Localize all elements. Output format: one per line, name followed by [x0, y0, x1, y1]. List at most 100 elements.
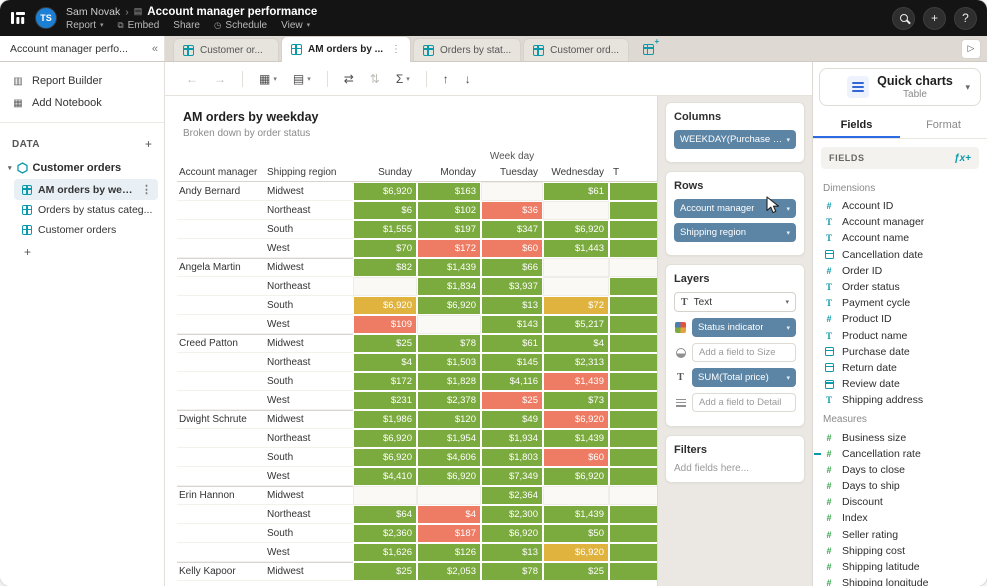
manager-cell[interactable]: Creed Patton: [177, 334, 265, 353]
value-cell[interactable]: [609, 277, 658, 296]
value-cell[interactable]: $13: [481, 296, 543, 315]
tab-menu-icon[interactable]: ⋮: [391, 44, 401, 55]
region-cell[interactable]: Midwest: [265, 182, 353, 201]
manager-cell[interactable]: [177, 543, 265, 562]
value-cell[interactable]: $36: [481, 201, 543, 220]
manager-cell[interactable]: [177, 467, 265, 486]
value-cell[interactable]: [609, 258, 658, 277]
value-cell[interactable]: $25: [543, 562, 609, 581]
sidebar-table-am-orders-by-weekday[interactable]: AM orders by weekday⋮: [14, 179, 158, 200]
field-item-business-size[interactable]: #Business size: [823, 429, 977, 445]
value-cell[interactable]: $3,937: [481, 277, 543, 296]
value-cell[interactable]: [543, 201, 609, 220]
value-cell[interactable]: [609, 429, 658, 448]
manager-cell[interactable]: [177, 448, 265, 467]
table-menu-icon[interactable]: ⋮: [141, 183, 152, 196]
value-cell[interactable]: $4,410: [353, 467, 417, 486]
value-cell[interactable]: [609, 391, 658, 410]
value-cell[interactable]: $1,828: [417, 372, 481, 391]
value-cell[interactable]: $70: [353, 239, 417, 258]
value-cell[interactable]: $1,439: [417, 258, 481, 277]
value-cell[interactable]: $1,986: [353, 410, 417, 429]
value-cell[interactable]: $4,116: [481, 372, 543, 391]
value-cell[interactable]: $25: [481, 391, 543, 410]
rows-pill-account-manager[interactable]: Account manager▾: [674, 199, 796, 218]
field-item-account-manager[interactable]: TAccount manager: [823, 214, 977, 230]
menu-report[interactable]: Report▾: [66, 20, 104, 31]
region-cell[interactable]: Midwest: [265, 334, 353, 353]
new-tab-button[interactable]: +: [637, 39, 659, 59]
col-header-wednesday[interactable]: Wednesday: [543, 164, 609, 182]
value-cell[interactable]: $6,920: [543, 543, 609, 562]
field-item-account-name[interactable]: TAccount name: [823, 230, 977, 246]
layer-pill-sum-total-price[interactable]: SUM(Total price)▾: [692, 368, 796, 387]
user-avatar[interactable]: TS: [35, 7, 57, 29]
value-cell[interactable]: $25: [353, 562, 417, 581]
field-item-product-name[interactable]: TProduct name: [823, 328, 977, 344]
value-cell[interactable]: [481, 182, 543, 201]
field-item-account-id[interactable]: #Account ID: [823, 198, 977, 214]
value-cell[interactable]: $50: [543, 524, 609, 543]
search-button[interactable]: [892, 7, 915, 30]
value-cell[interactable]: $1,439: [543, 372, 609, 391]
value-cell[interactable]: $1,954: [417, 429, 481, 448]
value-cell[interactable]: $120: [417, 410, 481, 429]
breadcrumb-user[interactable]: Sam Novak: [66, 6, 120, 18]
region-cell[interactable]: Midwest: [265, 486, 353, 505]
value-cell[interactable]: $231: [353, 391, 417, 410]
value-cell[interactable]: $64: [353, 505, 417, 524]
value-cell[interactable]: $1,934: [481, 429, 543, 448]
value-cell[interactable]: $4: [353, 353, 417, 372]
row-header-account-manager[interactable]: Account manager: [177, 164, 265, 182]
region-cell[interactable]: Northeast: [265, 277, 353, 296]
chart-type-selector[interactable]: Quick charts Table ▾: [819, 68, 981, 106]
manager-cell[interactable]: Kelly Kapoor: [177, 562, 265, 581]
field-item-seller-rating[interactable]: #Seller rating: [823, 527, 977, 543]
value-cell[interactable]: $6,920: [353, 448, 417, 467]
value-cell[interactable]: $1,439: [543, 505, 609, 524]
value-cell[interactable]: [609, 410, 658, 429]
region-cell[interactable]: Northeast: [265, 201, 353, 220]
value-cell[interactable]: $60: [543, 448, 609, 467]
value-cell[interactable]: $102: [417, 201, 481, 220]
manager-cell[interactable]: Erin Hannon: [177, 486, 265, 505]
field-item-days-to-close[interactable]: #Days to close: [823, 462, 977, 478]
manager-cell[interactable]: [177, 201, 265, 220]
manager-cell[interactable]: [177, 524, 265, 543]
manager-cell[interactable]: [177, 391, 265, 410]
columns-pill-weekday-purchase-date[interactable]: WEEKDAY(Purchase date)▾: [674, 130, 796, 149]
value-cell[interactable]: [609, 239, 658, 258]
region-cell[interactable]: West: [265, 239, 353, 258]
collapse-sidebar-button[interactable]: «: [152, 43, 158, 55]
sort-ascending-button[interactable]: ↑: [436, 68, 456, 90]
value-cell[interactable]: [609, 201, 658, 220]
field-item-days-to-ship[interactable]: #Days to ship: [823, 478, 977, 494]
add-data-button[interactable]: +: [145, 137, 152, 151]
value-cell[interactable]: [609, 448, 658, 467]
field-drop-input[interactable]: Add a field to Size: [692, 343, 796, 362]
value-cell[interactable]: $1,503: [417, 353, 481, 372]
tab-customer-or[interactable]: Customer or...: [173, 38, 279, 61]
chart-view-button[interactable]: ▤▾: [286, 68, 318, 90]
caret-down-icon[interactable]: ▾: [8, 164, 12, 172]
value-cell[interactable]: $73: [543, 391, 609, 410]
value-cell[interactable]: $78: [481, 562, 543, 581]
value-cell[interactable]: [609, 505, 658, 524]
value-cell[interactable]: [543, 486, 609, 505]
value-cell[interactable]: $126: [417, 543, 481, 562]
rows-pill-shipping-region[interactable]: Shipping region▾: [674, 223, 796, 242]
tab-fields[interactable]: Fields: [813, 112, 900, 138]
tab-orders-by-stat[interactable]: Orders by stat...: [413, 38, 521, 61]
value-cell[interactable]: $2,364: [481, 486, 543, 505]
report-builder-item[interactable]: ▥ Report Builder: [0, 70, 164, 92]
value-cell[interactable]: $4: [417, 505, 481, 524]
manager-cell[interactable]: [177, 296, 265, 315]
field-item-index[interactable]: #Index: [823, 510, 977, 526]
value-cell[interactable]: $197: [417, 220, 481, 239]
region-cell[interactable]: South: [265, 220, 353, 239]
value-cell[interactable]: [609, 296, 658, 315]
value-cell[interactable]: $25: [353, 334, 417, 353]
value-cell[interactable]: $6,920: [353, 429, 417, 448]
value-cell[interactable]: $72: [543, 296, 609, 315]
field-item-shipping-address[interactable]: TShipping address: [823, 392, 977, 408]
